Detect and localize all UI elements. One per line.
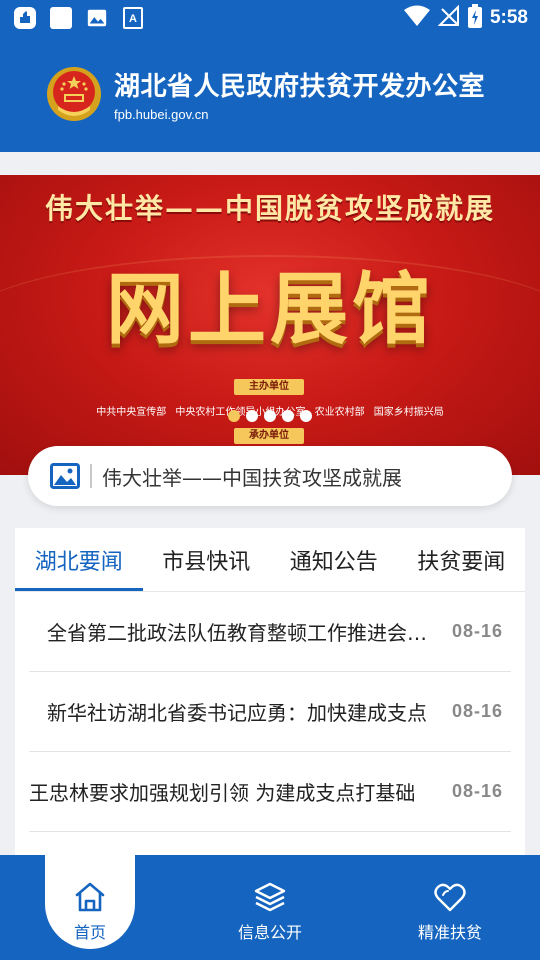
bottom-nav: 首页 信息公开 精准扶贫 (0, 855, 540, 960)
square-icon (48, 5, 74, 31)
heart-icon (434, 883, 466, 911)
status-bar: A 5:58 (0, 0, 540, 36)
image-icon (84, 5, 110, 31)
tab-hubei-news[interactable]: 湖北要闻 (15, 528, 143, 591)
notification-icon (12, 5, 38, 31)
carousel-dot[interactable] (264, 410, 276, 422)
image-icon (50, 463, 80, 489)
home-icon (75, 882, 105, 911)
carousel-dot[interactable] (282, 410, 294, 422)
layers-icon (254, 882, 286, 911)
tab-city-county-news[interactable]: 市县快讯 (143, 528, 271, 591)
nav-poverty-label: 精准扶贫 (417, 922, 482, 942)
no-signal-icon (437, 4, 460, 31)
tab-poverty-news[interactable]: 扶贫要闻 (398, 528, 526, 591)
news-tabs: 湖北要闻 市县快讯 通知公告 扶贫要闻 (15, 528, 525, 592)
news-item[interactable]: 全省第二批政法队伍教育整顿工作推进会召开 08-16 (29, 592, 511, 672)
news-panel: 湖北要闻 市县快讯 通知公告 扶贫要闻 全省第二批政法队伍教育整顿工作推进会召开… (15, 528, 525, 868)
nav-home-label: 首页 (73, 922, 106, 942)
news-title: 王忠林要求加强规划引领 为建成支点打基础 (29, 781, 416, 805)
clock: 5:58 (489, 7, 528, 28)
news-title: 新华社访湖北省委书记应勇：加快建成支点 (47, 701, 427, 725)
text-icon: A (120, 5, 146, 31)
national-emblem-logo (47, 67, 101, 121)
carousel-dot[interactable] (246, 410, 258, 422)
banner-carousel[interactable]: 伟大壮举——中国脱贫攻坚成就展 网上展馆 主办单位 中共中央宣传部 中央农村工作… (0, 175, 540, 475)
nav-info-disclosure[interactable]: 信息公开 (180, 855, 360, 960)
undertake-tag: 承办单位 (234, 428, 304, 444)
wifi-icon (403, 5, 430, 31)
nav-targeted-poverty[interactable]: 精准扶贫 (360, 855, 540, 960)
battery-charging-icon (467, 4, 482, 32)
carousel-dot[interactable] (300, 410, 312, 422)
carousel-indicator (0, 410, 540, 422)
news-item[interactable]: 王忠林要求加强规划引领 为建成支点打基础 08-16 (29, 752, 511, 832)
caption-text: 伟大壮举——中国扶贫攻坚成就展 (102, 465, 402, 490)
site-domain: fpb.hubei.gov.cn (114, 107, 209, 122)
banner-subtitle: 伟大壮举——中国脱贫攻坚成就展 (44, 192, 495, 225)
news-date: 08-16 (451, 621, 503, 641)
news-title: 全省第二批政法队伍教育整顿工作推进会召开 (47, 621, 430, 645)
carousel-dot[interactable] (228, 410, 240, 422)
divider (90, 464, 92, 488)
banner-caption[interactable]: 伟大壮举——中国扶贫攻坚成就展 (28, 446, 512, 506)
banner-main-title: 网上展馆 (105, 265, 434, 355)
news-date: 08-16 (451, 781, 503, 801)
host-tag: 主办单位 (234, 379, 304, 395)
nav-info-label: 信息公开 (237, 922, 302, 942)
site-title: 湖北省人民政府扶贫开发办公室 (114, 72, 486, 102)
svg-text:A: A (129, 13, 137, 25)
news-date: 08-16 (451, 701, 503, 721)
tab-notices[interactable]: 通知公告 (270, 528, 398, 591)
news-item[interactable]: 新华社访湖北省委书记应勇：加快建成支点 08-16 (29, 672, 511, 752)
app-header: 湖北省人民政府扶贫开发办公室 fpb.hubei.gov.cn (0, 36, 540, 152)
